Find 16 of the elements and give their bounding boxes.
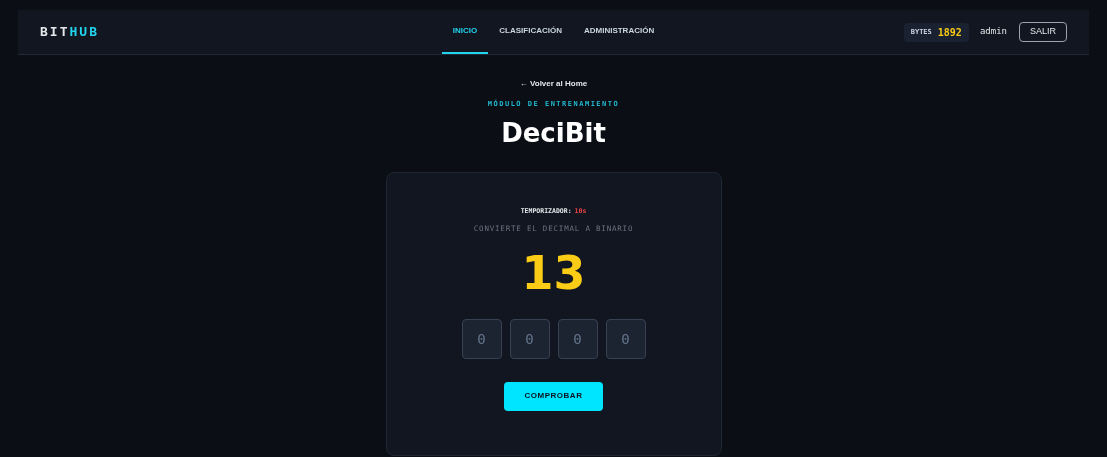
bytes-count: 1892 (937, 25, 962, 40)
bit-input[interactable]: 0 (605, 318, 646, 359)
logout-button[interactable]: SALIR (1019, 22, 1067, 42)
decimal-number: 13 (521, 244, 586, 301)
username: admin (979, 25, 1007, 39)
nav-tab[interactable]: INICIO (441, 10, 489, 54)
page-title: DeciBit (501, 116, 606, 150)
bit-input[interactable]: 0 (557, 318, 598, 359)
back-link[interactable]: ← Volver al Home (519, 78, 588, 90)
bit-input[interactable]: 0 (461, 318, 502, 359)
check-button[interactable]: COMPROBAR (504, 381, 603, 411)
logo-text[interactable]: BIT (40, 22, 70, 42)
nav-tab[interactable]: ADMINISTRACIÓN (572, 10, 666, 54)
bit-input[interactable]: 0 (509, 318, 550, 359)
nav-tab[interactable]: CLASIFICACIÓN (488, 10, 573, 54)
logo-text[interactable]: HUB (69, 22, 99, 42)
